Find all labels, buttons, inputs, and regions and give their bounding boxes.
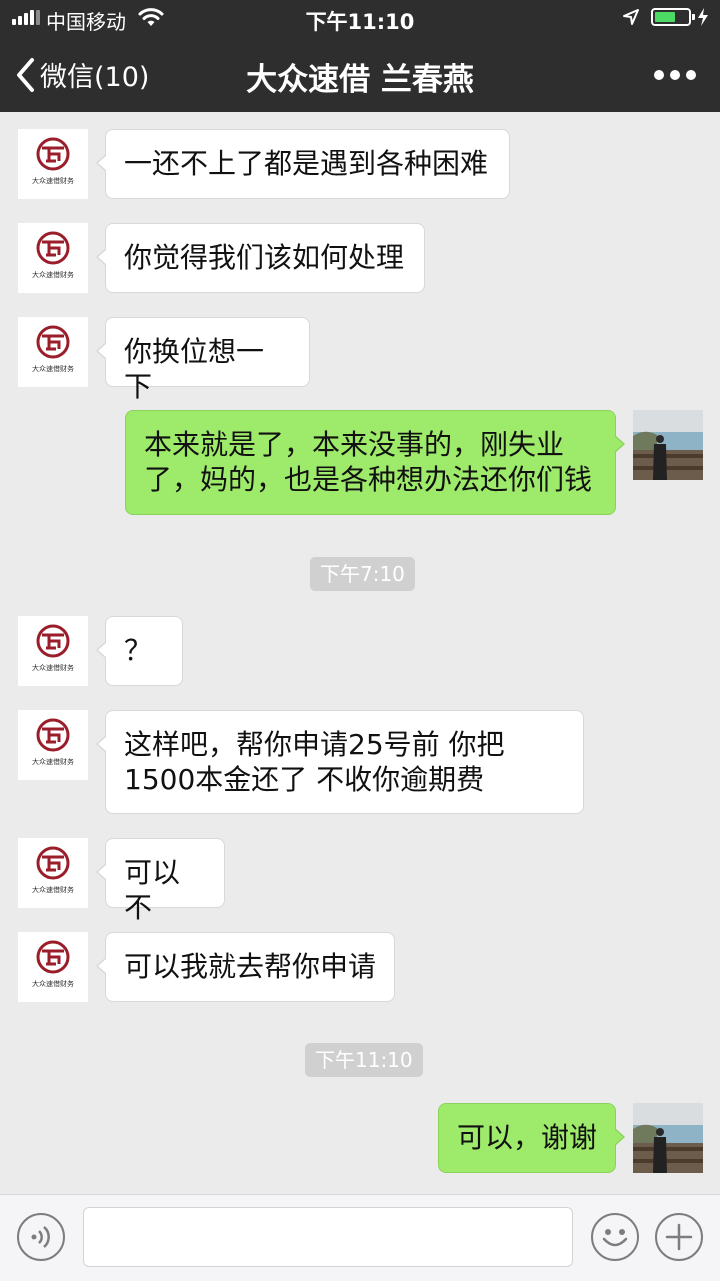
message-bubble-outgoing[interactable]: 本来就是了，本来没事的，刚失业了，妈的，也是各种想办法还你们钱: [125, 410, 625, 515]
user-avatar[interactable]: [633, 410, 703, 480]
contact-avatar[interactable]: 大众速借财务: [18, 223, 88, 293]
logo-text: 大众速借财务: [32, 365, 74, 373]
user-photo-icon: [633, 410, 703, 480]
company-logo-icon: [36, 624, 70, 658]
timestamp-label: 下午11:10: [305, 1043, 423, 1077]
contact-avatar[interactable]: 大众速借财务: [18, 932, 88, 1002]
nav-bar: 微信(10) 大众速借 兰春燕: [0, 36, 720, 112]
voice-icon: [31, 1226, 50, 1248]
timestamp-label: 下午7:10: [310, 557, 415, 591]
message-bubble-incoming[interactable]: 你换位想一下: [96, 317, 310, 403]
logo-text: 大众速借财务: [32, 271, 74, 279]
message-bubble-incoming[interactable]: 你觉得我们该如何处理: [96, 223, 425, 293]
contact-avatar[interactable]: 大众速借财务: [18, 129, 88, 199]
user-photo-icon: [633, 1103, 703, 1173]
battery-icon: [651, 8, 695, 26]
logo-text: 大众速借财务: [32, 664, 74, 672]
top-bar: 中国移动 下午11:10 微信(10) 大众速借 兰春燕: [0, 0, 720, 112]
message-bubble-incoming[interactable]: 一还不上了都是遇到各种困难: [96, 129, 510, 199]
location-arrow-icon: [623, 9, 639, 25]
company-logo-icon: [36, 718, 70, 752]
company-logo-icon: [36, 940, 70, 974]
emoji-button[interactable]: [591, 1213, 639, 1261]
contact-avatar[interactable]: 大众速借财务: [18, 710, 88, 780]
company-logo-icon: [36, 846, 70, 880]
message-bubble-incoming[interactable]: 可以我就去帮你申请: [96, 932, 395, 1002]
charging-bolt-icon: [698, 8, 708, 26]
message-bubble-outgoing[interactable]: 可以，谢谢: [438, 1103, 625, 1173]
chat-title: 大众速借 兰春燕: [246, 62, 474, 98]
message-input[interactable]: [83, 1207, 573, 1267]
emoji-icon: [602, 1229, 628, 1247]
logo-text: 大众速借财务: [32, 980, 74, 988]
contact-avatar[interactable]: 大众速借财务: [18, 616, 88, 686]
voice-button[interactable]: [17, 1213, 65, 1261]
clock: 下午11:10: [305, 10, 415, 34]
message-bubble-incoming[interactable]: ？: [96, 616, 183, 686]
contact-avatar[interactable]: 大众速借财务: [18, 838, 88, 908]
logo-text: 大众速借财务: [32, 177, 74, 185]
user-avatar[interactable]: [633, 1103, 703, 1173]
company-logo-icon: [36, 137, 70, 171]
message-bubble-incoming[interactable]: 这样吧，帮你申请25号前 你把1500本金还了 不收你逾期费: [96, 710, 584, 814]
input-bar: [0, 1194, 720, 1281]
logo-text: 大众速借财务: [32, 758, 74, 766]
message-bubble-incoming[interactable]: 可以不: [96, 838, 225, 924]
more-options-button[interactable]: [654, 70, 696, 80]
contact-avatar[interactable]: 大众速借财务: [18, 317, 88, 387]
status-bar: 中国移动 下午11:10: [0, 0, 720, 36]
company-logo-icon: [36, 325, 70, 359]
company-logo-icon: [36, 231, 70, 265]
plus-button[interactable]: [655, 1213, 703, 1261]
plus-icon: [665, 1223, 693, 1251]
logo-text: 大众速借财务: [32, 886, 74, 894]
